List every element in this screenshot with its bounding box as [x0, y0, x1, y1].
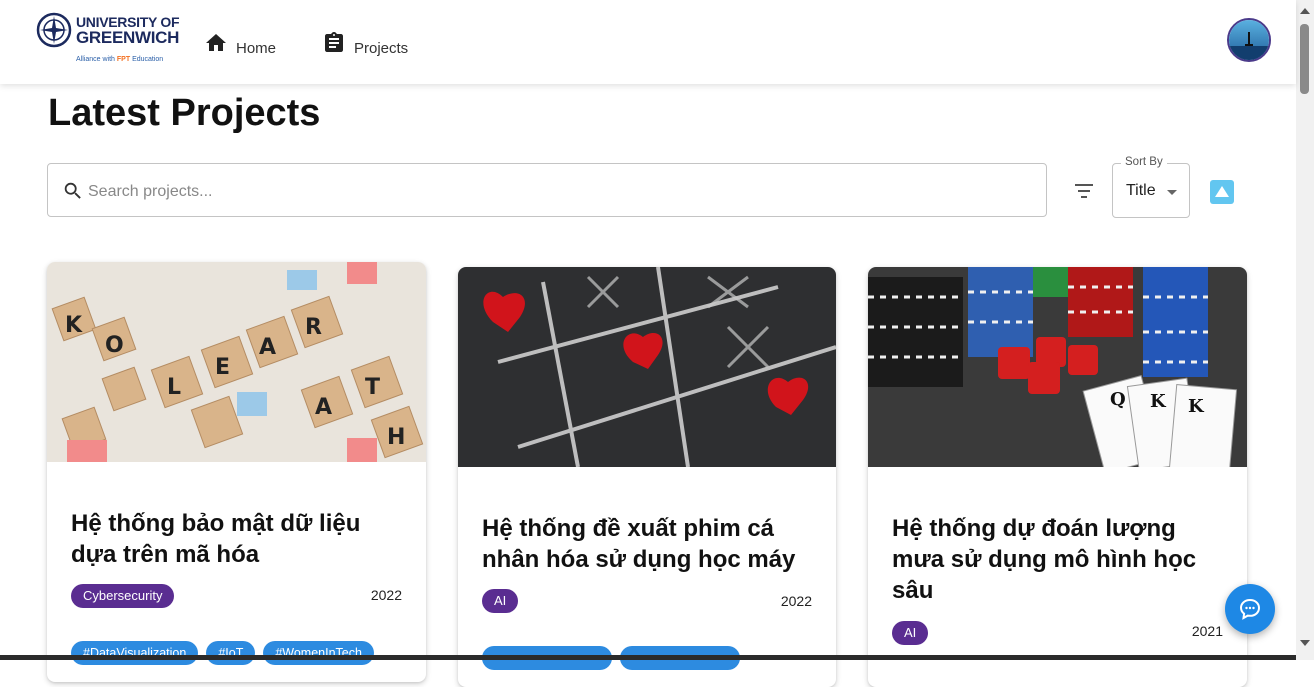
alliance-prefix: Alliance with: [76, 56, 115, 63]
filter-icon: [1075, 184, 1093, 198]
sort-direction-button[interactable]: [1210, 180, 1234, 204]
nav-home-label: Home: [236, 39, 277, 57]
category-badge[interactable]: Cybersecurity: [71, 584, 175, 608]
user-avatar[interactable]: [1227, 18, 1271, 62]
project-year: 2022: [370, 587, 402, 603]
tag-chip[interactable]: #IoT: [206, 641, 256, 665]
svg-text:A: A: [315, 395, 332, 420]
scroll-thumb[interactable]: [1300, 24, 1309, 94]
window-bottom-edge: [0, 655, 1296, 660]
tag-list: #DataVisualization #IoT #WomenInTech: [71, 641, 374, 665]
greenwich-seal-icon: [36, 12, 72, 48]
project-image-tic-tac-toe: [458, 267, 836, 467]
project-image-casino: Q KK: [868, 267, 1247, 467]
svg-text:L: L: [167, 375, 181, 400]
search-icon: [64, 182, 81, 199]
search-field[interactable]: [47, 163, 1047, 217]
svg-text:R: R: [305, 315, 322, 340]
svg-text:Q: Q: [1110, 389, 1126, 410]
nav-projects-label: Projects: [354, 39, 409, 57]
svg-text:T: T: [365, 375, 380, 400]
scroll-down-arrow[interactable]: [1300, 640, 1310, 646]
alliance-brand: FPT: [116, 56, 131, 63]
project-image-scrabble: KO L E A R A TH: [47, 262, 426, 462]
project-card[interactable]: Q KK Hệ thống dự đoán lượng mưa sử dụng m…: [868, 267, 1247, 687]
svg-text:O: O: [105, 333, 124, 358]
chevron-down-icon: [1167, 190, 1177, 195]
filter-button[interactable]: [1072, 180, 1096, 202]
category-badge[interactable]: AI: [482, 589, 519, 613]
project-title[interactable]: Hệ thống dự đoán lượng mưa sử dụng mô hì…: [892, 513, 1212, 606]
sort-by-label: Sort By: [1121, 156, 1167, 168]
page-title: Latest Projects: [48, 92, 321, 134]
svg-text:H: H: [387, 425, 405, 450]
svg-text:K: K: [1150, 391, 1167, 412]
chat-button[interactable]: [1225, 584, 1275, 634]
sort-by-value: Title: [1126, 182, 1156, 199]
scroll-up-arrow[interactable]: [1300, 8, 1310, 14]
tag-chip[interactable]: #DataVisualization: [71, 641, 199, 665]
page-scrollbar[interactable]: [1296, 0, 1314, 660]
category-badge[interactable]: AI: [892, 621, 929, 645]
sort-ascending-icon: [1215, 186, 1229, 197]
tag-chip[interactable]: #WomenInTech: [263, 641, 374, 665]
chat-bubble-icon: [1239, 598, 1261, 620]
avatar-image: [1229, 20, 1269, 60]
university-logo[interactable]: UNIVERSITY OF GREENWICH Alliance with FP…: [36, 12, 180, 68]
svg-text:E: E: [215, 355, 230, 380]
svg-text:K: K: [65, 313, 83, 338]
nav-home[interactable]: Home: [204, 26, 276, 60]
project-year: 2021: [1191, 623, 1223, 639]
project-card[interactable]: KO L E A R A TH Hệ thống bảo mật dữ liệu dựa…: [47, 262, 426, 682]
clipboard-icon: [325, 32, 343, 52]
project-title[interactable]: Hệ thống đề xuất phim cá nhân hóa sử dụn…: [482, 513, 802, 575]
svg-text:K: K: [1188, 396, 1205, 417]
project-year: 2022: [780, 593, 812, 609]
top-app-bar: UNIVERSITY OF GREENWICH Alliance with FP…: [0, 0, 1296, 84]
home-icon: [206, 34, 226, 51]
logo-line-2: GREENWICH: [76, 28, 180, 47]
project-title[interactable]: Hệ thống bảo mật dữ liệu dựa trên mã hóa: [71, 508, 391, 570]
nav-projects[interactable]: Projects: [322, 26, 408, 60]
project-card[interactable]: Hệ thống đề xuất phim cá nhân hóa sử dụn…: [458, 267, 836, 687]
svg-text:A: A: [259, 335, 276, 360]
search-input[interactable]: [86, 174, 1030, 210]
alliance-suffix: Education: [132, 56, 164, 63]
logo-alliance: Alliance with FPT Education: [76, 56, 163, 63]
sort-by-select[interactable]: Sort By Title: [1112, 156, 1190, 218]
